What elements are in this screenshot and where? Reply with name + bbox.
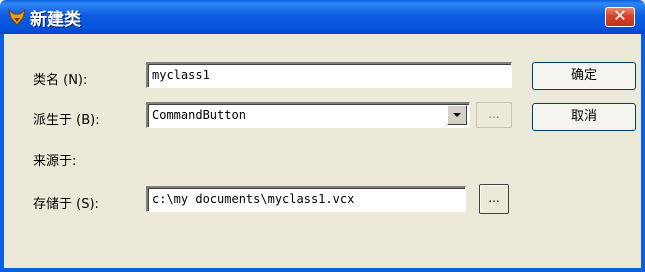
close-icon: ✕: [613, 6, 627, 25]
class-name-label: 类名 (N):: [33, 73, 88, 88]
store-in-browse-button[interactable]: ...: [479, 184, 509, 214]
close-button[interactable]: ✕: [605, 6, 635, 27]
based-on-label: 派生于 (B):: [33, 113, 100, 128]
window-frame-left: [0, 34, 4, 272]
window-title: 新建类: [30, 10, 81, 30]
chevron-down-icon[interactable]: [447, 105, 467, 125]
fox-app-icon: [8, 8, 26, 26]
title-bar: 新建类 ✕: [0, 0, 645, 34]
class-name-input[interactable]: myclass1: [146, 62, 512, 88]
based-on-select[interactable]: CommandButton: [146, 102, 470, 128]
cancel-button[interactable]: 取消: [532, 103, 636, 131]
window-frame-bottom: [0, 268, 645, 272]
based-on-browse-button[interactable]: ...: [476, 102, 512, 128]
ok-button[interactable]: 确定: [532, 62, 636, 90]
store-in-label: 存储于 (S):: [33, 197, 99, 212]
window-frame-right: [641, 34, 645, 272]
from-label: 来源于:: [33, 154, 77, 169]
store-in-input[interactable]: c:\my documents\myclass1.vcx: [146, 186, 466, 212]
